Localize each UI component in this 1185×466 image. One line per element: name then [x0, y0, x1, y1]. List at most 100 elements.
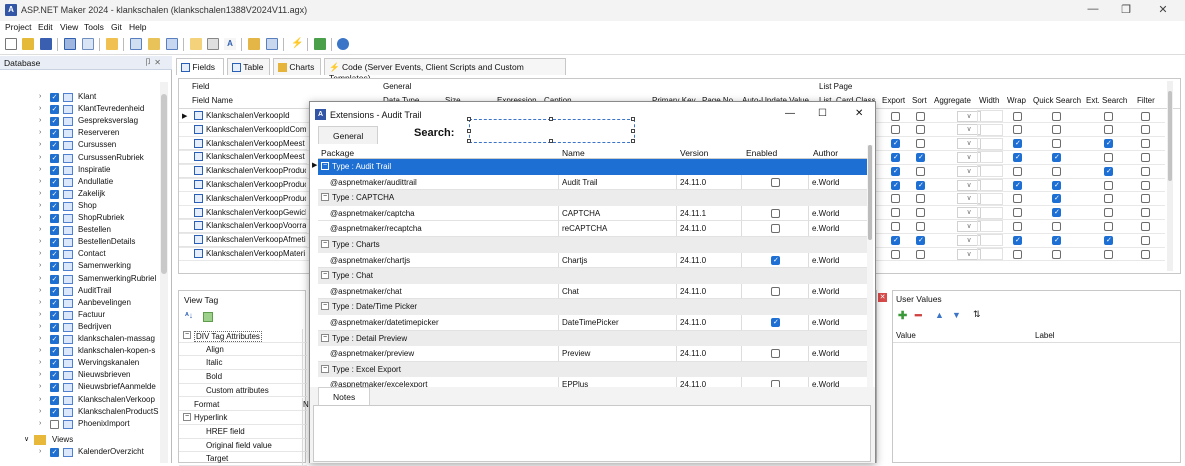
type-group-row[interactable]: − Type : Date/Time Picker: [318, 299, 870, 315]
tree-row[interactable]: › ✓ Inspiratie: [0, 165, 160, 177]
tree-checkbox[interactable]: ✓: [50, 129, 59, 139]
chevron-right-icon[interactable]: ›: [39, 190, 41, 197]
tree-checkbox[interactable]: ✓: [50, 250, 59, 260]
field-row[interactable]: KlankschalenVerkoopVoorra: [179, 219, 307, 234]
field-row[interactable]: KlankschalenVerkoopMeest: [179, 137, 307, 151]
export-checkbox[interactable]: [891, 249, 900, 259]
filter-checkbox[interactable]: [1141, 166, 1150, 176]
chevron-right-icon[interactable]: ›: [39, 359, 41, 366]
wrap-checkbox[interactable]: [1013, 125, 1022, 135]
tree-row[interactable]: › ✓ Nieuwsbrieven: [0, 370, 160, 382]
package-row[interactable]: @aspnetmaker/chartjs Chartjs 24.11.0 e.Worl…: [318, 252, 870, 269]
text-icon[interactable]: A: [224, 38, 236, 50]
quick-checkbox[interactable]: [1052, 180, 1061, 190]
filter-checkbox[interactable]: [1141, 249, 1150, 259]
property-row[interactable]: − Hyperlink: [179, 411, 307, 425]
tree-row[interactable]: › ✓ Zakelijk: [0, 189, 160, 201]
tree-row[interactable]: › ✓ Bedrijven: [0, 322, 160, 334]
property-value[interactable]: [302, 383, 303, 397]
chevron-right-icon[interactable]: ›: [39, 448, 41, 455]
property-value[interactable]: [302, 370, 303, 384]
help-icon[interactable]: [337, 38, 349, 50]
property-row[interactable]: Target: [179, 452, 307, 466]
wrap-checkbox[interactable]: [1013, 139, 1022, 149]
wrap-checkbox[interactable]: [1013, 180, 1022, 190]
width-cell[interactable]: [977, 165, 1003, 178]
sort-checkbox[interactable]: [916, 125, 925, 135]
move-up-icon[interactable]: ▲: [935, 310, 944, 320]
collapse-icon[interactable]: −: [321, 364, 329, 373]
ext-checkbox[interactable]: [1104, 235, 1113, 245]
chevron-right-icon[interactable]: ›: [39, 117, 41, 124]
tree-row[interactable]: › ✓ Factuur: [0, 310, 160, 322]
tree-checkbox[interactable]: ✓: [50, 93, 59, 102]
tree-checkbox[interactable]: ✓: [50, 335, 59, 344]
tree-row[interactable]: › ✓ SamenwerkingRubriel: [0, 274, 160, 286]
tab-table[interactable]: Table: [227, 58, 270, 75]
chevron-right-icon[interactable]: ›: [39, 154, 41, 161]
wrap-checkbox[interactable]: [1013, 166, 1022, 176]
lock-icon[interactable]: [248, 38, 260, 50]
filter-checkbox[interactable]: [1141, 194, 1150, 204]
chevron-right-icon[interactable]: ›: [39, 105, 41, 112]
tab-general[interactable]: General: [318, 126, 379, 144]
cell-enabled[interactable]: [742, 174, 809, 191]
sync-icon[interactable]: [148, 38, 160, 50]
menu-view[interactable]: View: [60, 22, 78, 32]
tree-row[interactable]: › ✓ Samenwerking: [0, 261, 160, 273]
settings-icon[interactable]: [207, 38, 219, 50]
table-icon[interactable]: [130, 38, 142, 50]
field-row[interactable]: KlankschalenVerkoopProduc: [179, 192, 307, 206]
tab-fields[interactable]: Fields: [176, 58, 224, 75]
restore-button[interactable]: ❐: [1117, 3, 1135, 17]
chevron-right-icon[interactable]: ›: [39, 311, 41, 318]
database-icon[interactable]: [166, 38, 178, 50]
collapse-icon[interactable]: −: [321, 302, 329, 311]
tree-row[interactable]: › ✓ Contact: [0, 249, 160, 261]
tree-scrollbar[interactable]: [160, 82, 168, 463]
filter-checkbox[interactable]: [1141, 152, 1150, 162]
quick-checkbox[interactable]: [1052, 235, 1061, 245]
field-row[interactable]: KlankschalenVerkoopMateri: [179, 247, 307, 261]
export-checkbox[interactable]: [891, 166, 900, 176]
chevron-right-icon[interactable]: ›: [39, 226, 41, 233]
quick-checkbox[interactable]: [1052, 208, 1061, 218]
export-checkbox[interactable]: [891, 152, 900, 162]
sort-checkbox[interactable]: [916, 111, 925, 121]
cell-enabled[interactable]: [742, 221, 809, 237]
enabled-checkbox[interactable]: [771, 349, 780, 359]
export-checkbox[interactable]: [891, 194, 900, 204]
add-icon[interactable]: ✚: [898, 309, 907, 322]
chevron-right-icon[interactable]: ›: [39, 250, 41, 257]
type-group-row[interactable]: − Type : Charts: [318, 237, 870, 253]
sort-checkbox[interactable]: [916, 235, 925, 245]
tree-row[interactable]: › ✓ Aanbevelingen: [0, 298, 160, 310]
chevron-right-icon[interactable]: ›: [39, 93, 41, 100]
wrap-checkbox[interactable]: [1013, 221, 1022, 231]
property-value[interactable]: [302, 438, 303, 452]
menu-tools[interactable]: Tools: [84, 22, 104, 32]
chevron-right-icon[interactable]: ›: [39, 129, 41, 136]
chevron-right-icon[interactable]: ›: [39, 420, 41, 427]
search-input[interactable]: [467, 117, 635, 143]
generate-icon[interactable]: [190, 38, 202, 50]
sort-checkbox[interactable]: [916, 139, 925, 149]
tab-code[interactable]: ⚡ Code (Server Events, Client Scripts an…: [324, 58, 566, 83]
type-group-row[interactable]: − Type : Chat: [318, 268, 870, 284]
ext-checkbox[interactable]: [1104, 152, 1113, 162]
tree-checkbox[interactable]: ✓: [50, 262, 59, 272]
filter-checkbox[interactable]: [1141, 180, 1150, 190]
enabled-checkbox[interactable]: [771, 255, 780, 265]
width-cell[interactable]: [977, 248, 1003, 260]
export-checkbox[interactable]: [891, 111, 900, 121]
tree-checkbox[interactable]: ✓: [50, 347, 59, 357]
property-row[interactable]: Format N: [179, 397, 309, 412]
chevron-down-icon[interactable]: ∨: [24, 435, 29, 443]
property-row[interactable]: HREF field: [179, 424, 307, 439]
tree-row[interactable]: › PhoenixImport: [0, 419, 160, 431]
export-checkbox[interactable]: [891, 221, 900, 231]
tree-view-icon[interactable]: [64, 38, 76, 50]
tree-row[interactable]: › ✓ CursussenRubriek: [0, 153, 160, 165]
import-icon[interactable]: ⇅: [973, 309, 981, 320]
property-value[interactable]: [302, 342, 303, 356]
